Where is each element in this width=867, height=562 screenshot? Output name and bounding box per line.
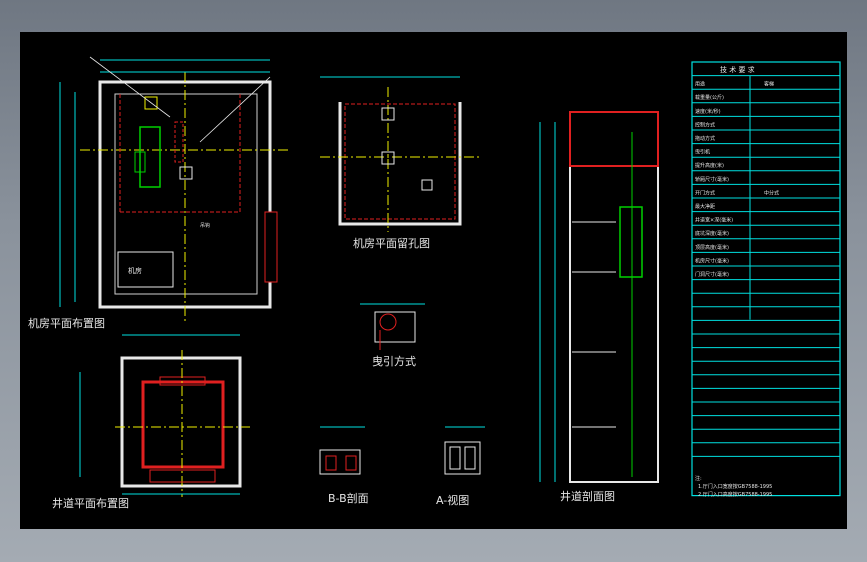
traction-frame [374, 311, 416, 343]
view-a: A-视图 [436, 426, 485, 507]
section-machine-room [569, 111, 659, 167]
spec-row-label: 载重量(公斤) [695, 94, 724, 101]
car [141, 380, 225, 469]
spec-table-title: 技 术 要 求 [720, 65, 755, 74]
machine-room-inner [114, 93, 258, 295]
title-shaft-section: 井道剖面图 [560, 489, 615, 503]
spec-row-label: 曳引机 [695, 149, 710, 156]
spec-row-label: 速度(米/秒) [695, 108, 721, 115]
cad-drawing: 机房 吊钩 机房平面布置图 机房平面留孔图 曳引方式 井道平面布置图 B-B剖面… [28, 56, 841, 510]
room-label: 机房 [128, 266, 142, 275]
hole-c [421, 179, 433, 191]
spec-row-label: 用途 [695, 81, 705, 88]
spec-row-label: 最大净距 [695, 203, 715, 210]
opening [174, 121, 184, 163]
leader-2 [199, 76, 271, 143]
control-cabinet [117, 251, 174, 288]
door-opening [264, 211, 278, 283]
spec-row-label: 机房尺寸(毫米) [695, 257, 729, 264]
shaft-section: 井道剖面图 [539, 111, 659, 503]
note-line: 1.厅门入口宽度按GB7588-1995 [698, 483, 772, 490]
spec-table: 技 术 要 求用途 客梯载重量(公斤) 速度(米/秒) 控制方式拖动方式曳引机提升高度… [691, 61, 841, 498]
spec-row-value: 客梯 [764, 81, 774, 88]
note-line: 2.厅门入口高度按GB7588-1995 [698, 491, 772, 498]
spec-row-label: 开门方式 [695, 189, 715, 196]
title-shaft-plan: 井道平面布置图 [52, 496, 129, 510]
hole-2 [179, 166, 193, 180]
notes-label: 注: [695, 475, 702, 482]
bb-part-2 [345, 455, 357, 471]
title-traction-method: 曳引方式 [372, 354, 416, 368]
spec-row-label: 控制方式 [695, 121, 715, 128]
va-part-2 [464, 446, 476, 470]
drawing-sheet: 机房 吊钩 机房平面布置图 机房平面留孔图 曳引方式 井道平面布置图 B-B剖面… [20, 32, 847, 529]
title-machine-room-holes: 机房平面留孔图 [353, 236, 430, 250]
spec-row-label: 门洞尺寸(毫米) [695, 271, 729, 278]
spec-row-label: 顶层高度(毫米) [695, 244, 729, 251]
spec-row-label: 拖动方式 [695, 135, 715, 142]
holes-wall [338, 102, 462, 226]
holes-shaft [344, 103, 456, 220]
traction-machine [139, 126, 161, 188]
section-bb: B-B剖面 [319, 426, 369, 505]
machine-room-holes: 机房平面留孔图 [320, 76, 480, 250]
sheave [379, 313, 397, 331]
hook-label: 吊钩 [200, 222, 210, 229]
spec-row-label: 井道宽×深(毫米) [695, 217, 733, 224]
spec-row-value: 中分式 [764, 189, 779, 196]
title-section-bb: B-B剖面 [328, 491, 369, 505]
spec-row-label: 轿厢尺寸(毫米) [695, 176, 729, 183]
title-view-a: A-视图 [436, 493, 469, 507]
leader [89, 56, 171, 118]
spec-row-label: 底坑深度(毫米) [695, 230, 729, 237]
shaft-plan: 井道平面布置图 [52, 334, 250, 510]
va-part [449, 446, 461, 470]
traction-method: 曳引方式 [360, 303, 425, 368]
title-machine-room-layout: 机房平面布置图 [28, 316, 105, 330]
spec-row-label: 提升高度(米) [695, 162, 724, 169]
section-car [619, 206, 643, 278]
machine-room-layout: 机房 吊钩 机房平面布置图 [28, 56, 290, 330]
bb-part [325, 455, 337, 471]
